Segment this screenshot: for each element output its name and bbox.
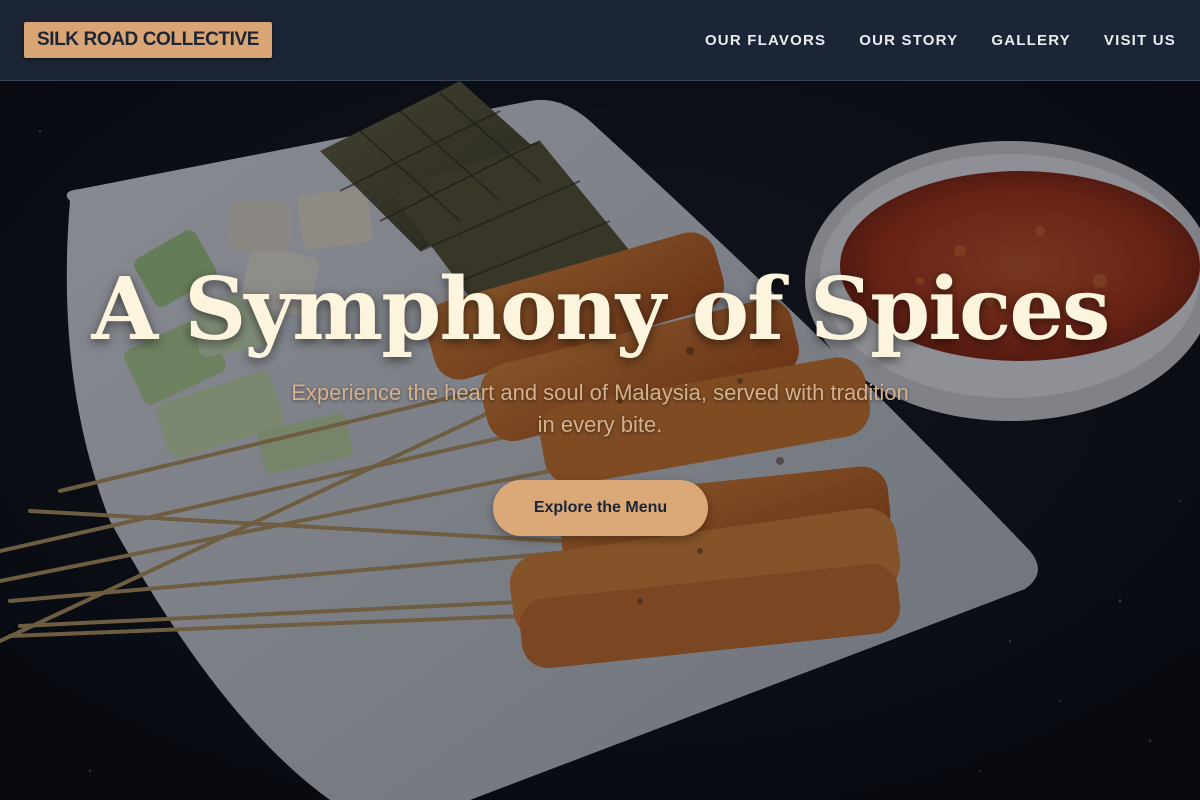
brand-logo[interactable]: SILK ROAD COLLECTIVE bbox=[24, 22, 272, 58]
nav-link-gallery[interactable]: GALLERY bbox=[991, 32, 1071, 49]
hero-section: A Symphony of Spices Experience the hear… bbox=[0, 81, 1200, 800]
hero-title: A Symphony of Spices bbox=[91, 259, 1111, 360]
nav-link-our-story[interactable]: OUR STORY bbox=[859, 32, 958, 49]
nav-link-visit-us[interactable]: VISIT US bbox=[1104, 32, 1176, 49]
nav-links: OUR FLAVORS OUR STORY GALLERY VISIT US bbox=[705, 0, 1176, 80]
top-navigation: SILK ROAD COLLECTIVE OUR FLAVORS OUR STO… bbox=[0, 0, 1200, 81]
nav-link-our-flavors[interactable]: OUR FLAVORS bbox=[705, 32, 826, 49]
explore-menu-button[interactable]: Explore the Menu bbox=[493, 480, 708, 536]
hero-subtitle: Experience the heart and soul of Malaysi… bbox=[291, 380, 909, 437]
